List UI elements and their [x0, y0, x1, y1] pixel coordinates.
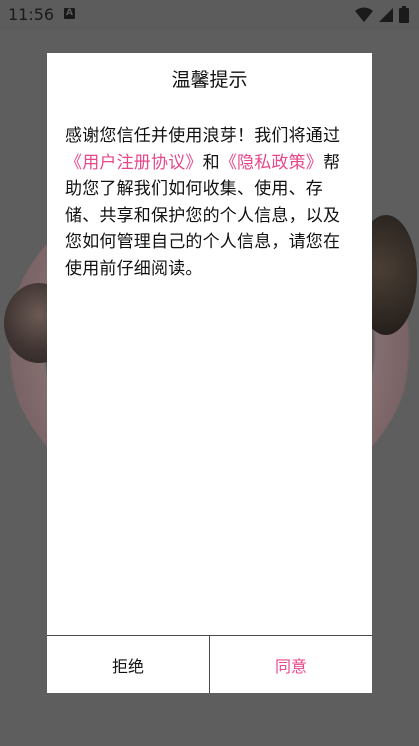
screen: 11:56 A 温馨提示 感谢您信任并使用浪芽！我们将通过《用户注册协议》和《隐…	[0, 0, 419, 746]
status-icons	[355, 6, 409, 23]
a-icon: A	[64, 8, 75, 19]
wifi-icon	[355, 7, 373, 22]
privacy-dialog: 温馨提示 感谢您信任并使用浪芽！我们将通过《用户注册协议》和《隐私政策》帮助您了…	[47, 53, 372, 693]
dialog-body: 感谢您信任并使用浪芽！我们将通过《用户注册协议》和《隐私政策》帮助您了解我们如何…	[65, 123, 357, 282]
body-text-intro: 感谢您信任并使用浪芽！我们将通过	[65, 126, 341, 146]
status-bar: 11:56 A	[0, 0, 419, 30]
agree-button[interactable]: 同意	[210, 636, 372, 693]
battery-icon	[399, 6, 409, 23]
status-time: 11:56	[8, 5, 55, 24]
reject-button[interactable]: 拒绝	[47, 636, 210, 693]
dialog-title: 温馨提示	[171, 69, 248, 91]
user-agreement-link[interactable]: 《用户注册协议》	[65, 153, 203, 173]
body-text-and: 和	[202, 152, 220, 173]
privacy-policy-link[interactable]: 《隐私政策》	[220, 153, 323, 173]
dialog-actions: 拒绝 同意	[47, 635, 372, 693]
signal-icon	[379, 7, 393, 22]
